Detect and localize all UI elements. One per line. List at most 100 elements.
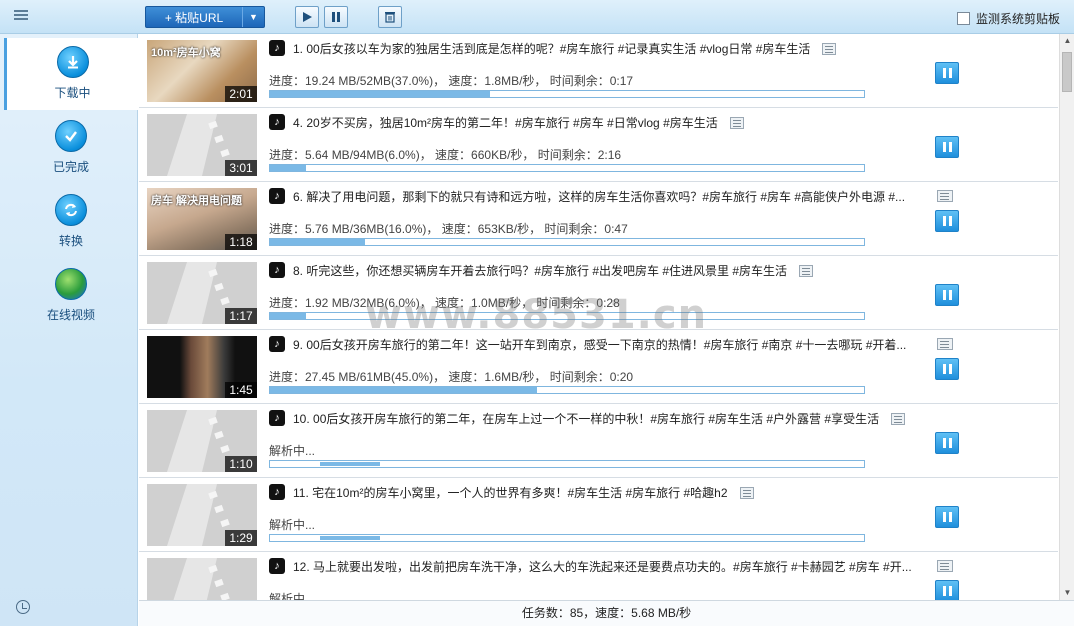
pause-task-button[interactable] (935, 580, 959, 600)
details-icon[interactable] (739, 487, 754, 499)
scroll-up-icon[interactable]: ▲ (1060, 34, 1074, 48)
video-duration: 2:01 (225, 86, 257, 102)
pause-task-button[interactable] (935, 210, 959, 232)
menu-icon[interactable] (14, 10, 28, 24)
video-duration: 1:17 (225, 308, 257, 324)
task-row[interactable]: 1:29 ♪ 11. 宅在10m²的房车小窝里，一个人的世界有多爽！#房车生活 #房… (139, 478, 1058, 552)
sidebar-item-label: 已完成 (52, 160, 89, 174)
details-icon[interactable] (937, 190, 953, 202)
progress-bar (269, 90, 865, 98)
tiktok-icon: ♪ (269, 558, 285, 574)
video-thumbnail: 1:29 (147, 484, 257, 546)
task-row[interactable]: 1:45 ♪ 9. 00后女孩开房车旅行的第二年！这一站开车到南京，感受一下南京的热… (139, 330, 1058, 404)
task-title-text: 4. 20岁不买房，独居10m²房车的第二年！#房车旅行 #房车 #日常vlog… (293, 116, 718, 130)
progress-bar (269, 460, 865, 468)
details-icon[interactable] (937, 560, 953, 572)
progress-bar (269, 238, 865, 246)
task-row[interactable]: 1:10 ♪ 10. 00后女孩开房车旅行的第二年，在房车上过一个不一样的中秋！#房… (139, 404, 1058, 478)
task-title: 8. 听完这些，你还想买辆房车开着去旅行吗？#房车旅行 #出发吧房车 #住进风景… (293, 262, 953, 278)
task-row[interactable]: 1:17 ♪ 8. 听完这些，你还想买辆房车开着去旅行吗？#房车旅行 #出发吧房车 … (139, 256, 1058, 330)
video-thumbnail: 1:45 (147, 336, 257, 398)
sidebar-item-completed[interactable]: 已完成 (6, 112, 136, 184)
status-bar: 任务数：85，速度：5.68 MB/秒 (139, 600, 1074, 626)
monitor-clipboard-toggle[interactable]: 监测系统剪贴板 (956, 10, 1060, 27)
task-status: 进度：27.45 MB/61MB(45.0%)， 速度：1.6MB/秒， 时间剩… (269, 370, 634, 384)
play-icon (303, 12, 312, 22)
progress-bar (269, 386, 865, 394)
task-status: 解析中... (269, 592, 316, 600)
pause-task-button[interactable] (935, 506, 959, 528)
task-row[interactable]: ♪ 12. 马上就要出发啦，出发前把房车洗干净，这么大的车洗起来还是要费点功夫的。… (139, 552, 1058, 600)
delete-button[interactable] (378, 6, 402, 28)
pause-all-button[interactable] (324, 6, 348, 28)
task-title-text: 12. 马上就要出发啦，出发前把房车洗干净，这么大的车洗起来还是要费点功夫的。#… (293, 560, 912, 574)
task-row[interactable]: 10m²房车小窝 2:01 ♪ 1. 00后女孩以车为家的独居生活到底是怎样的呢？#房… (139, 34, 1058, 108)
video-duration: 1:18 (225, 234, 257, 250)
sidebar-item-convert[interactable]: 转换 (6, 186, 136, 258)
tiktok-icon: ♪ (269, 262, 285, 278)
chevron-down-icon[interactable]: ▼ (242, 7, 264, 27)
clock-icon[interactable] (16, 600, 30, 614)
video-thumbnail: 3:01 (147, 114, 257, 176)
progress-fill (270, 91, 490, 97)
tiktok-icon: ♪ (269, 40, 285, 56)
details-icon[interactable] (799, 265, 814, 277)
download-icon (56, 46, 89, 78)
tiktok-icon: ♪ (269, 410, 285, 426)
tiktok-icon: ♪ (269, 188, 285, 204)
task-title: 1. 00后女孩以车为家的独居生活到底是怎样的呢？#房车旅行 #记录真实生活 #… (293, 40, 953, 56)
progress-bar (269, 534, 865, 542)
task-status: 进度：19.24 MB/52MB(37.0%)， 速度：1.8MB/秒， 时间剩… (269, 74, 634, 88)
start-all-button[interactable] (295, 6, 319, 28)
pause-task-button[interactable] (935, 432, 959, 454)
scrollbar[interactable]: ▲ ▼ (1059, 34, 1074, 600)
progress-fill (270, 313, 306, 319)
paste-url-button[interactable]: + 粘贴URL ▼ (145, 6, 265, 28)
video-duration: 1:10 (225, 456, 257, 472)
task-title-text: 10. 00后女孩开房车旅行的第二年，在房车上过一个不一样的中秋！#房车旅行 #… (293, 412, 880, 426)
task-row[interactable]: 房车 解决用电问题 1:18 ♪ 6. 解决了用电问题，那剩下的就只有诗和远方啦，这样… (139, 182, 1058, 256)
tiktok-icon: ♪ (269, 484, 285, 500)
trash-icon (385, 12, 395, 23)
pause-task-button[interactable] (935, 284, 959, 306)
video-duration: 1:45 (225, 382, 257, 398)
paste-url-label: + 粘贴URL (164, 10, 224, 25)
task-status: 进度：5.76 MB/36MB(16.0%)， 速度：653KB/秒， 时间剩余… (269, 222, 628, 236)
task-title-text: 11. 宅在10m²的房车小窝里，一个人的世界有多爽！#房车生活 #房车旅行 #… (293, 486, 728, 500)
video-thumbnail: 房车 解决用电问题 1:18 (147, 188, 257, 250)
video-thumbnail (147, 558, 257, 600)
progress-fill (270, 165, 306, 171)
pause-icon (332, 12, 340, 22)
task-list: 10m²房车小窝 2:01 ♪ 1. 00后女孩以车为家的独居生活到底是怎样的呢？#房… (139, 34, 1058, 600)
sidebar-item-online-video[interactable]: 在线视频 (6, 260, 136, 332)
task-title-text: 9. 00后女孩开房车旅行的第二年！这一站开车到南京，感受一下南京的热情！#房车… (293, 338, 907, 352)
parsing-indicator (320, 462, 380, 466)
task-title: 11. 宅在10m²的房车小窝里，一个人的世界有多爽！#房车生活 #房车旅行 #… (293, 484, 953, 500)
tiktok-icon: ♪ (269, 336, 285, 352)
pause-task-button[interactable] (935, 136, 959, 158)
task-title-text: 6. 解决了用电问题，那剩下的就只有诗和远方啦，这样的房车生活你喜欢吗？#房车旅… (293, 190, 906, 204)
details-icon[interactable] (937, 338, 953, 350)
video-duration: 3:01 (225, 160, 257, 176)
task-status: 解析中... (269, 444, 316, 458)
task-status: 进度：1.92 MB/32MB(6.0%)， 速度：1.0MB/秒， 时间剩余：… (269, 296, 620, 310)
check-icon (55, 120, 87, 152)
scroll-thumb[interactable] (1062, 52, 1072, 92)
sidebar-item-label: 在线视频 (46, 308, 95, 322)
pause-task-button[interactable] (935, 358, 959, 380)
convert-icon (55, 194, 87, 226)
pause-task-button[interactable] (935, 62, 959, 84)
parsing-indicator (320, 536, 380, 540)
details-icon[interactable] (822, 43, 837, 55)
task-title: 6. 解决了用电问题，那剩下的就只有诗和远方啦，这样的房车生活你喜欢吗？#房车旅… (293, 188, 953, 204)
details-icon[interactable] (891, 413, 906, 425)
progress-bar (269, 164, 865, 172)
scroll-down-icon[interactable]: ▼ (1060, 586, 1074, 600)
film-placeholder-icon (147, 558, 257, 600)
sidebar-item-downloading[interactable]: 下载中 (4, 38, 138, 110)
task-row[interactable]: 3:01 ♪ 4. 20岁不买房，独居10m²房车的第二年！#房车旅行 #房车 #日… (139, 108, 1058, 182)
checkbox[interactable] (956, 12, 970, 25)
sidebar: 下载中 已完成 转换 在线视频 (0, 34, 138, 626)
details-icon[interactable] (729, 117, 744, 129)
progress-bar (269, 312, 865, 320)
